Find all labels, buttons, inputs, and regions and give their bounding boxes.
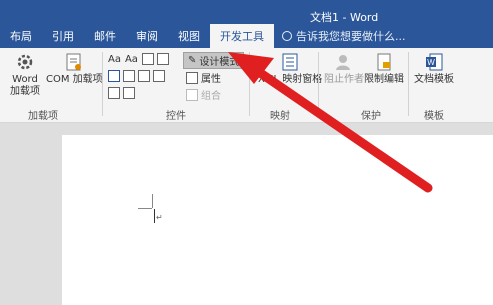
controls-row-1: Aa Aa xyxy=(108,53,172,65)
word-addins-line1: Word xyxy=(12,74,38,85)
combo-box-icon[interactable] xyxy=(123,70,135,82)
picture-control-icon[interactable] xyxy=(141,53,154,65)
block-authors-icon xyxy=(336,55,350,70)
design-mode-label: 设计模式 xyxy=(199,57,240,68)
block-authors-label: 阻止作者 xyxy=(324,74,364,85)
group-label-mapping: 映射 xyxy=(270,111,290,122)
group-separator xyxy=(102,52,103,116)
document-page[interactable] xyxy=(62,135,493,305)
group-label-controls: 控件 xyxy=(166,111,186,122)
group-icon xyxy=(186,88,198,101)
ribbon: Word 加载项 COM 加载项 加载项 Aa Aa ✎ 设计模式 属性 组合 … xyxy=(0,48,493,123)
text-cursor xyxy=(154,209,155,223)
svg-text:W: W xyxy=(427,58,435,67)
lock-icon xyxy=(377,53,391,71)
group-label-templates: 模板 xyxy=(424,111,444,122)
ribbon-tabs: 布局 引用 邮件 审阅 视图 开发工具 告诉我您想要做什么... xyxy=(0,24,406,48)
paragraph-mark: ↵ xyxy=(156,213,163,222)
xml-mapping-pane-button[interactable]: XML 映射窗格 xyxy=(258,52,322,86)
title-bar: 文档1 - Word 布局 引用 邮件 审阅 视图 开发工具 告诉我您想要做什么… xyxy=(0,0,493,48)
document-template-label: 文档模板 xyxy=(414,74,454,85)
xml-mapping-label: XML 映射窗格 xyxy=(258,74,323,85)
tab-references[interactable]: 引用 xyxy=(42,24,84,48)
group-separator xyxy=(408,52,409,116)
word-addins-line2: 加载项 xyxy=(10,86,40,97)
tab-layout[interactable]: 布局 xyxy=(0,24,42,48)
tab-review[interactable]: 审阅 xyxy=(126,24,168,48)
controls-row-2 xyxy=(108,70,168,82)
word-document-icon: W xyxy=(426,53,443,71)
repeating-section-icon[interactable] xyxy=(108,87,120,99)
margin-crop-mark xyxy=(152,194,153,208)
group-combo-button[interactable]: 组合 xyxy=(186,87,221,102)
properties-button[interactable]: 属性 xyxy=(186,70,221,85)
plain-text-control[interactable]: Aa xyxy=(125,54,138,65)
properties-icon xyxy=(186,71,198,84)
group-label-addins: 加载项 xyxy=(28,111,58,122)
group-separator xyxy=(318,52,319,116)
design-mode-icon: ✎ xyxy=(188,55,197,66)
group-separator xyxy=(249,52,250,116)
design-mode-button[interactable]: ✎ 设计模式 xyxy=(183,52,245,69)
building-block-icon[interactable] xyxy=(156,53,169,65)
xml-mapping-icon xyxy=(282,53,298,71)
gear-icon xyxy=(17,54,33,70)
rich-text-control[interactable]: Aa xyxy=(108,54,121,65)
com-addins-icon xyxy=(66,53,82,71)
window-title: 文档1 - Word xyxy=(310,11,379,24)
checkbox-control-icon[interactable] xyxy=(108,70,120,82)
properties-label: 属性 xyxy=(201,74,221,85)
com-addins-button[interactable]: COM 加载项 xyxy=(46,52,103,86)
margin-crop-mark xyxy=(138,208,152,209)
legacy-tools-icon[interactable] xyxy=(123,87,135,99)
block-authors-button[interactable]: 阻止作者 xyxy=(324,52,364,86)
tab-mailings[interactable]: 邮件 xyxy=(84,24,126,48)
com-addins-label: COM 加载项 xyxy=(46,74,103,85)
controls-row-3 xyxy=(108,87,138,99)
word-addins-button[interactable]: Word 加载项 xyxy=(10,52,40,98)
tell-me-label: 告诉我您想要做什么... xyxy=(296,30,406,43)
restrict-editing-button[interactable]: 限制编辑 xyxy=(364,52,404,86)
dropdown-list-icon[interactable] xyxy=(138,70,150,82)
restrict-editing-label: 限制编辑 xyxy=(364,74,404,85)
tab-view[interactable]: 视图 xyxy=(168,24,210,48)
tell-me-box[interactable]: 告诉我您想要做什么... xyxy=(274,24,406,48)
tab-developer[interactable]: 开发工具 xyxy=(210,24,274,48)
group-label-protect: 保护 xyxy=(361,111,381,122)
document-area xyxy=(0,123,493,305)
document-template-button[interactable]: W 文档模板 xyxy=(414,52,454,86)
group-combo-label: 组合 xyxy=(201,91,221,102)
date-picker-icon[interactable] xyxy=(153,70,165,82)
lightbulb-icon xyxy=(282,31,292,41)
